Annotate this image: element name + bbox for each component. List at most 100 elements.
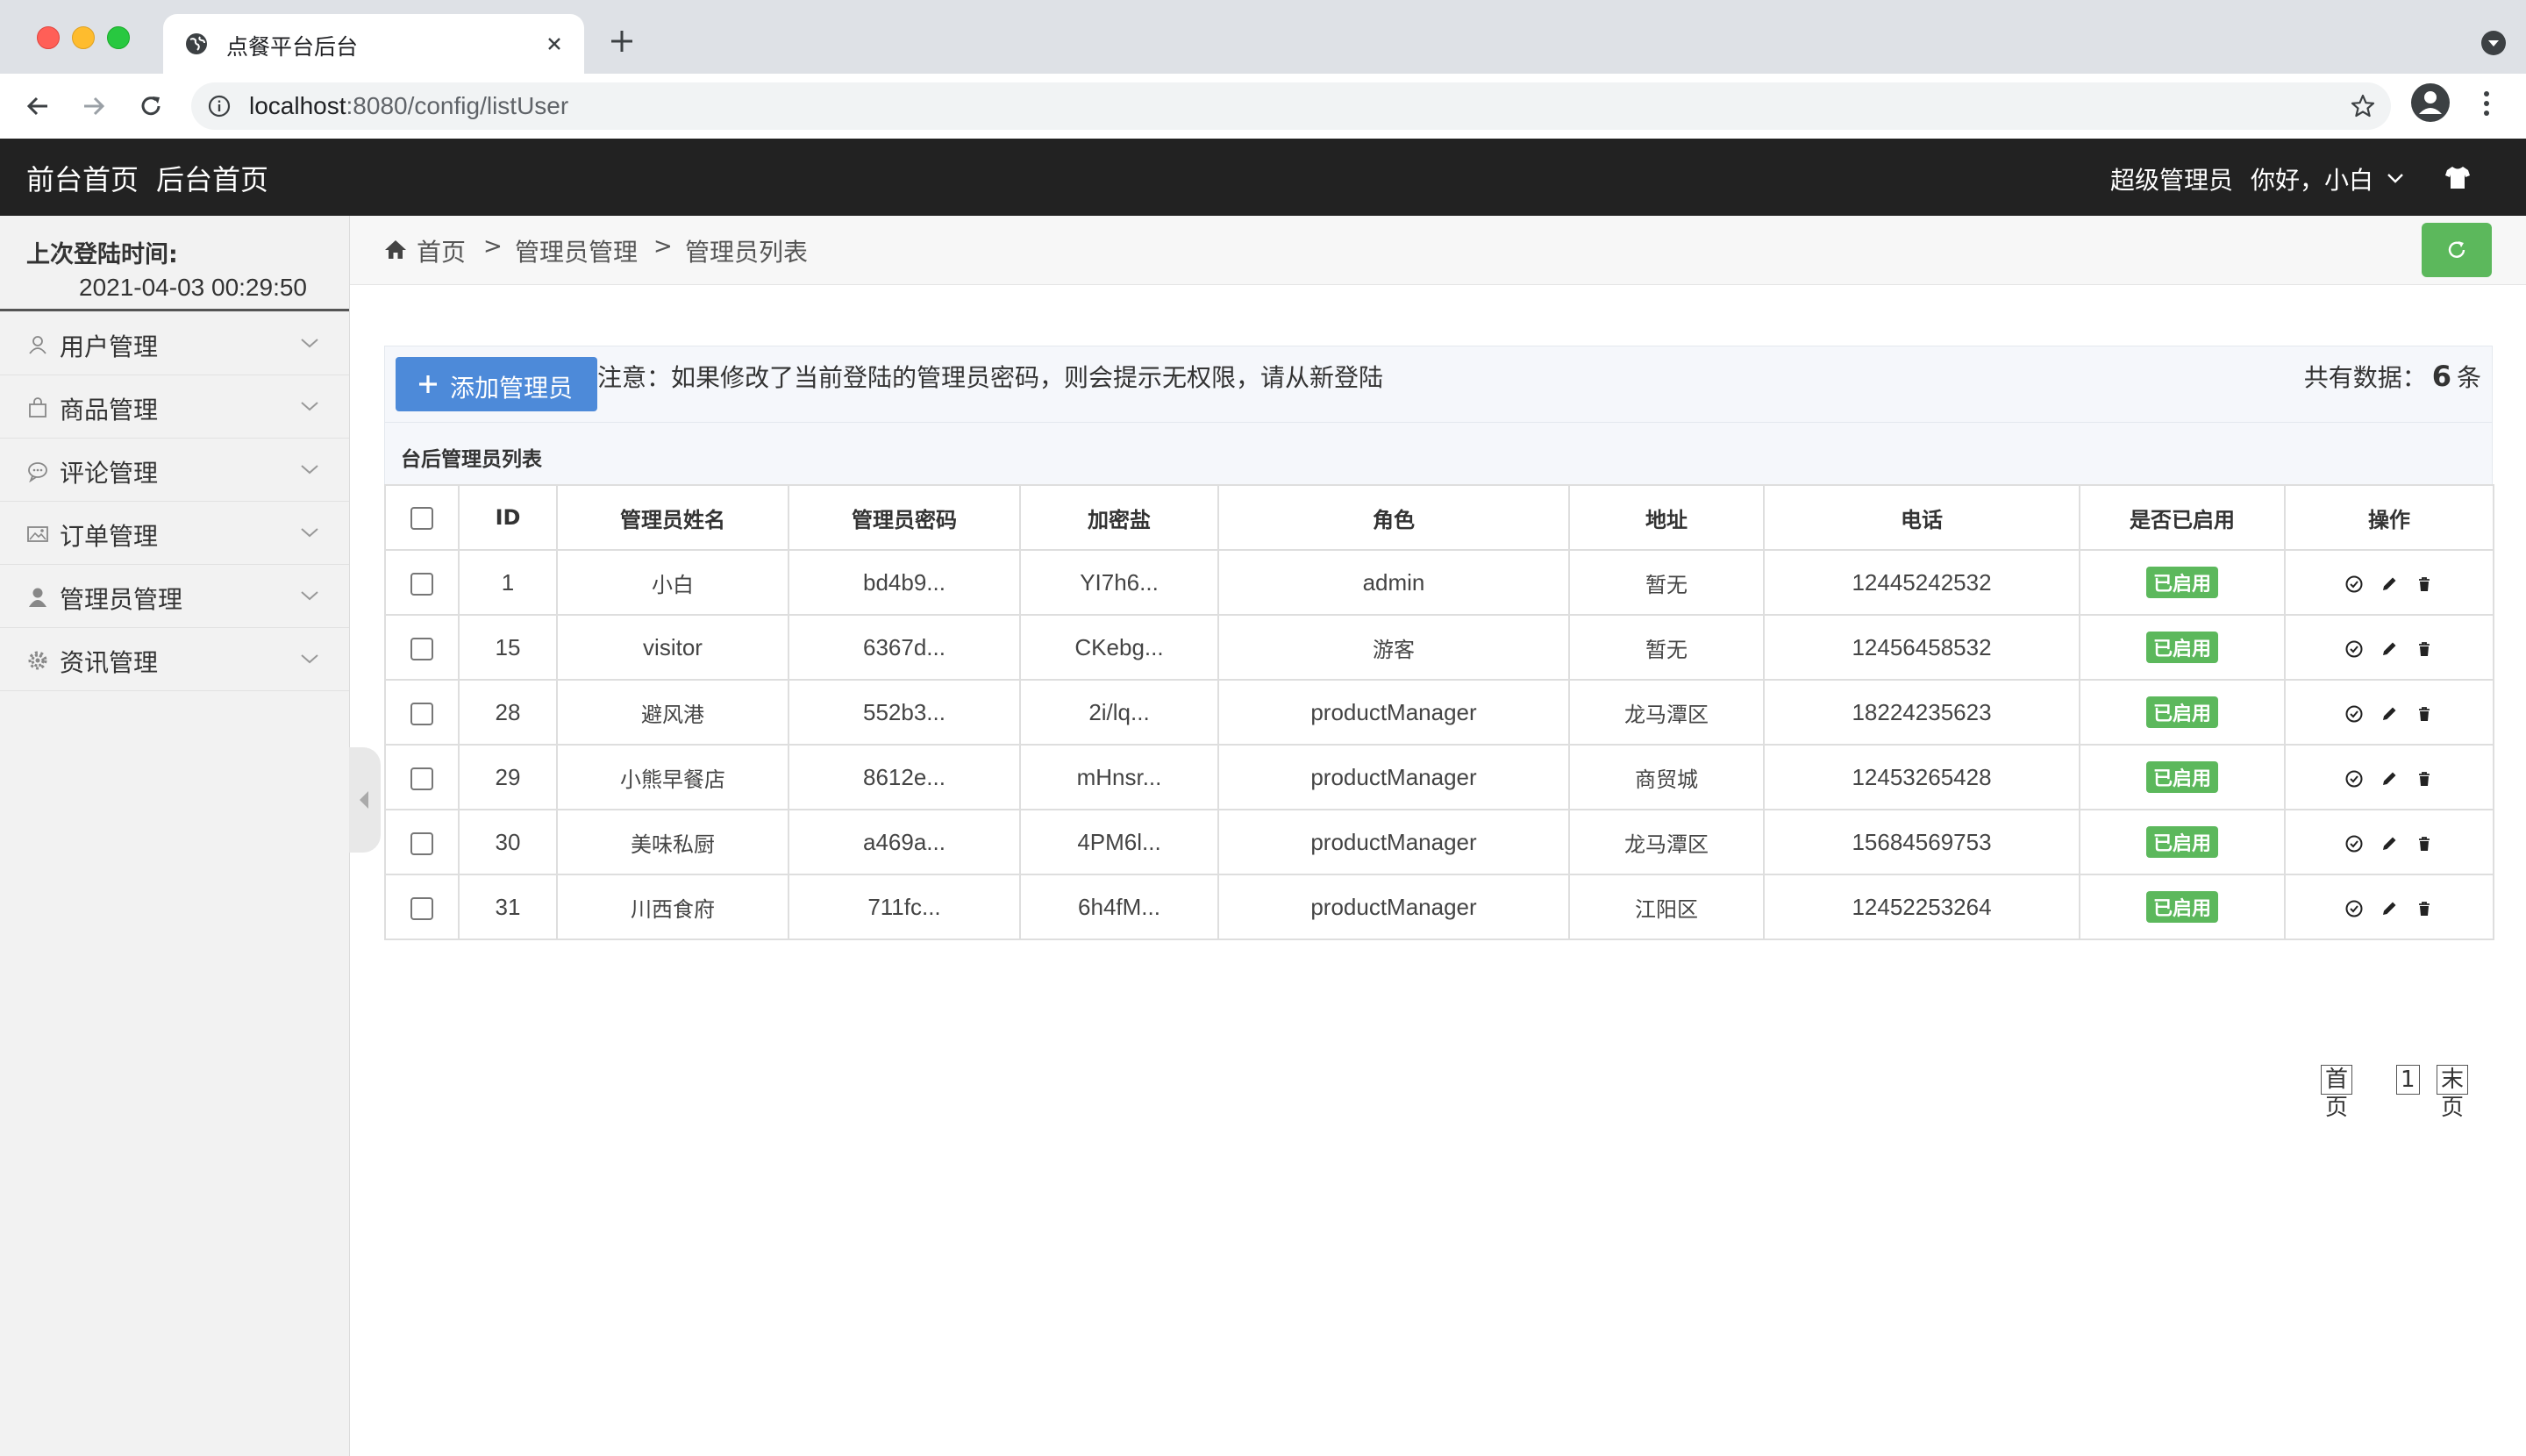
reload-icon[interactable]: [136, 91, 166, 121]
profile-avatar-icon[interactable]: [2410, 82, 2451, 123]
trash-icon[interactable]: [2415, 899, 2434, 918]
sidebar-item-users[interactable]: 用户管理: [0, 312, 349, 375]
browser-menu-icon[interactable]: [2473, 89, 2500, 118]
chevron-down-icon[interactable]: [2384, 167, 2407, 189]
cell-status: 已启用: [2079, 549, 2286, 616]
browser-tab[interactable]: 点餐平台后台: [163, 14, 584, 74]
cell-status: 已启用: [2079, 874, 2286, 940]
sidebar-menu: 用户管理 商品管理 评论管理 订单管理 管理员管理 资讯管理: [0, 312, 349, 691]
sidebar-item-admins[interactable]: 管理员管理: [0, 565, 349, 628]
cell-id: 1: [458, 549, 558, 616]
window-close-button[interactable]: [37, 26, 60, 49]
chevron-down-icon: [301, 402, 318, 411]
tab-search-icon[interactable]: [2480, 30, 2507, 56]
address-bar[interactable]: localhost:8080/config/listUser: [191, 82, 2391, 130]
cell-password: 8612e...: [788, 744, 1021, 810]
add-admin-button[interactable]: 添加管理员: [396, 357, 597, 411]
cell-actions: [2284, 614, 2494, 681]
cell-address: 龙马潭区: [1568, 809, 1765, 875]
row-checkbox[interactable]: [410, 767, 433, 790]
cell-password: 711fc...: [788, 874, 1021, 940]
pagination-first[interactable]: 首页: [2321, 1065, 2353, 1121]
sidebar-collapse-handle[interactable]: [349, 747, 381, 853]
theme-shirt-icon[interactable]: [2444, 163, 2472, 191]
cell-name: visitor: [556, 614, 789, 681]
comment-icon: [28, 462, 47, 482]
edit-pencil-icon[interactable]: [2380, 899, 2399, 918]
tab-close-icon[interactable]: [542, 32, 567, 56]
forward-arrow-icon[interactable]: [79, 91, 109, 121]
cell-name: 美味私厨: [556, 809, 789, 875]
image-icon: [27, 526, 48, 542]
admin-user-icon: [29, 588, 46, 607]
row-checkbox[interactable]: [410, 831, 433, 855]
admin-table: ID 管理员姓名 管理员密码 加密盐 角色 地址 电话 是否已启用 操作 1 小白…: [384, 484, 2494, 940]
table-row: 15 visitor 6367d... CKebg... 游客 暂无 12456458532…: [384, 614, 2494, 681]
cell-role: productManager: [1217, 679, 1570, 746]
frontend-home-link[interactable]: 前台首页: [26, 158, 139, 198]
trash-icon[interactable]: [2415, 704, 2434, 724]
site-info-icon[interactable]: [207, 94, 232, 118]
sidebar-item-orders[interactable]: 订单管理: [0, 502, 349, 565]
row-checkbox[interactable]: [410, 896, 433, 920]
cell-status: 已启用: [2079, 614, 2286, 681]
breadcrumb-admin-management[interactable]: 管理员管理: [515, 233, 638, 268]
sidebar-item-products[interactable]: 商品管理: [0, 375, 349, 439]
column-header: 地址: [1568, 484, 1765, 551]
cell-password: 552b3...: [788, 679, 1021, 746]
edit-pencil-icon[interactable]: [2380, 639, 2399, 659]
cell-salt: 6h4fM...: [1019, 874, 1219, 940]
column-header: 加密盐: [1019, 484, 1219, 551]
trash-icon[interactable]: [2415, 575, 2434, 594]
trash-icon[interactable]: [2415, 639, 2434, 659]
chevron-down-icon: [301, 339, 318, 348]
select-all-checkbox[interactable]: [410, 507, 433, 530]
check-circle-icon[interactable]: [2344, 704, 2364, 724]
trash-icon[interactable]: [2415, 769, 2434, 789]
row-checkbox[interactable]: [410, 637, 433, 660]
cell-salt: mHnsr...: [1019, 744, 1219, 810]
sidebar-item-news[interactable]: 资讯管理: [0, 628, 349, 691]
refresh-button[interactable]: [2422, 223, 2492, 277]
status-badge: 已启用: [2145, 696, 2218, 728]
sidebar-item-comments[interactable]: 评论管理: [0, 439, 349, 502]
row-checkbox[interactable]: [410, 702, 433, 725]
user-greeting-dropdown[interactable]: 你好，小白: [2251, 161, 2373, 196]
check-circle-icon[interactable]: [2344, 899, 2364, 918]
cell-salt: CKebg...: [1019, 614, 1219, 681]
column-header: 角色: [1217, 484, 1570, 551]
cell-phone: 12445242532: [1763, 549, 2080, 616]
check-circle-icon[interactable]: [2344, 639, 2364, 659]
check-circle-icon[interactable]: [2344, 769, 2364, 789]
window-zoom-button[interactable]: [107, 26, 130, 49]
cell-id: 29: [458, 744, 558, 810]
cell-status: 已启用: [2079, 744, 2286, 810]
gear-icon: [28, 651, 47, 670]
trash-icon[interactable]: [2415, 834, 2434, 853]
breadcrumb-home[interactable]: 首页: [417, 233, 466, 268]
edit-pencil-icon[interactable]: [2380, 834, 2399, 853]
breadcrumb: 首页 > 管理员管理 > 管理员列表: [350, 216, 2526, 285]
edit-pencil-icon[interactable]: [2380, 575, 2399, 594]
cell-name: 避风港: [556, 679, 789, 746]
column-header: 是否已启用: [2079, 484, 2286, 551]
plus-icon: [419, 375, 437, 393]
table-caption: 台后管理员列表: [401, 448, 542, 471]
row-checkbox[interactable]: [410, 572, 433, 596]
cell-address: 江阳区: [1568, 874, 1765, 940]
last-login-time: 2021-04-03 00:29:50: [79, 274, 307, 301]
backend-home-link[interactable]: 后台首页: [156, 158, 268, 198]
cell-id: 28: [458, 679, 558, 746]
back-arrow-icon[interactable]: [23, 91, 53, 121]
window-minimize-button[interactable]: [72, 26, 95, 49]
pagination-last[interactable]: 末页: [2437, 1065, 2469, 1121]
sidebar-item-label: 资讯管理: [60, 648, 159, 677]
edit-pencil-icon[interactable]: [2380, 769, 2399, 789]
check-circle-icon[interactable]: [2344, 575, 2364, 594]
check-circle-icon[interactable]: [2344, 834, 2364, 853]
new-tab-icon[interactable]: [607, 26, 637, 56]
cell-role: productManager: [1217, 809, 1570, 875]
bookmark-star-icon[interactable]: [2349, 92, 2377, 120]
pagination-page[interactable]: 1: [2396, 1065, 2420, 1095]
edit-pencil-icon[interactable]: [2380, 704, 2399, 724]
